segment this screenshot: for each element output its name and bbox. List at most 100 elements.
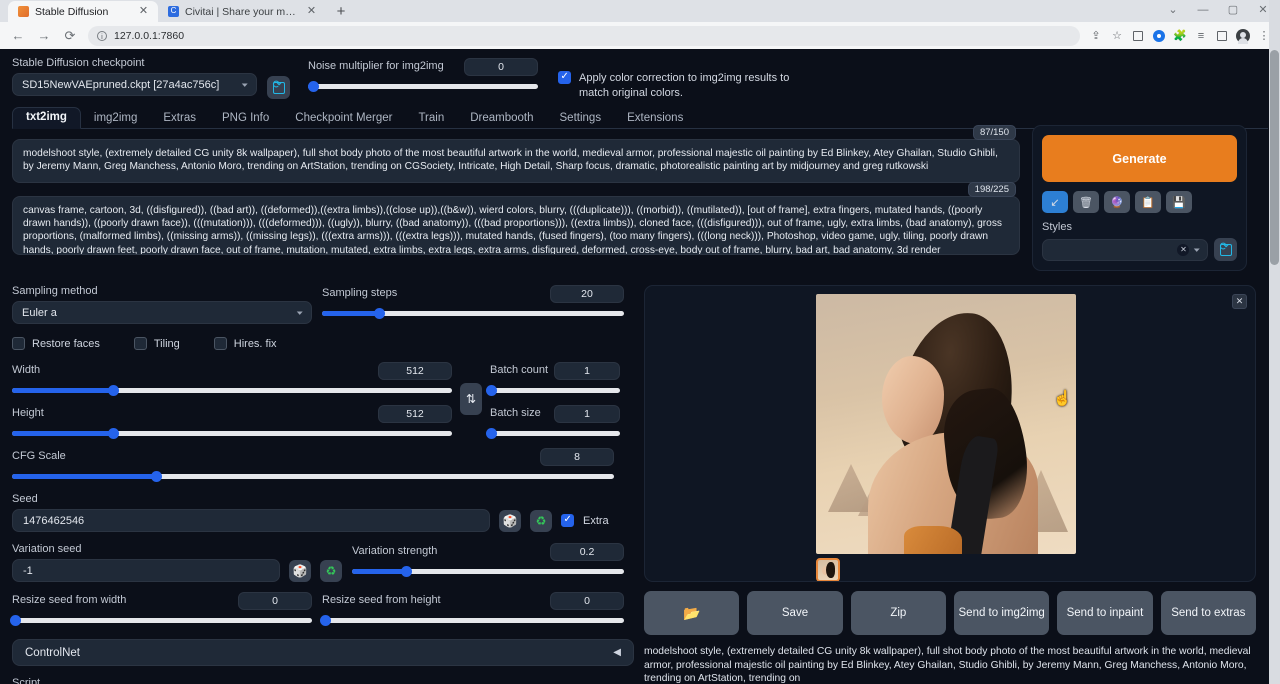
open-folder-button[interactable]: 📂 (644, 591, 739, 635)
browser-tab-stable-diffusion[interactable]: Stable Diffusion ✕ (8, 1, 158, 22)
address-bar[interactable]: i 127.0.0.1:7860 (88, 26, 1080, 46)
height-value[interactable]: 512 (378, 405, 452, 423)
hires-fix-row[interactable]: Hires. fix (214, 337, 277, 350)
variation-strength-slider[interactable] (352, 569, 624, 574)
extension-blue-icon[interactable] (1149, 26, 1169, 46)
profile-avatar-icon[interactable] (1233, 26, 1253, 46)
cfg-scale-label: CFG Scale (12, 450, 66, 462)
batch-size-slider[interactable] (490, 431, 620, 436)
chevron-down-icon[interactable]: ⌄ (1158, 0, 1188, 21)
sampling-steps-value[interactable]: 20 (550, 285, 624, 303)
negative-prompt-input[interactable]: canvas frame, cartoon, 3d, ((disfigured)… (12, 196, 1020, 255)
clipboard-icon[interactable]: 📋 (1135, 191, 1161, 213)
variation-seed-input[interactable]: -1 (12, 559, 280, 582)
minimize-icon[interactable]: — (1188, 0, 1218, 21)
send-to-inpaint-button[interactable]: Send to inpaint (1057, 591, 1152, 635)
variation-strength-value[interactable]: 0.2 (550, 543, 624, 561)
resize-seed-height-slider[interactable] (322, 618, 624, 623)
refresh-styles-button[interactable] (1214, 238, 1237, 261)
width-slider[interactable] (12, 388, 452, 393)
gallery-thumbnail[interactable] (816, 558, 840, 582)
controlnet-accordion[interactable]: ControlNet ◀ (12, 639, 634, 666)
magnet-icon[interactable]: 🔮 (1104, 191, 1130, 213)
generated-image[interactable]: ☝ (816, 294, 1076, 554)
color-correction-checkbox[interactable] (558, 71, 571, 84)
share-icon[interactable]: ⇪ (1086, 26, 1106, 46)
tab-extensions[interactable]: Extensions (614, 109, 696, 129)
tab-settings[interactable]: Settings (547, 109, 615, 129)
send-to-img2img-button[interactable]: Send to img2img (954, 591, 1049, 635)
batch-count-value[interactable]: 1 (554, 362, 620, 380)
hires-fix-checkbox[interactable] (214, 337, 227, 350)
tab-checkpoint-merger[interactable]: Checkpoint Merger (282, 109, 405, 129)
clear-styles-icon[interactable]: ✕ (1177, 244, 1189, 256)
tab-dreambooth[interactable]: Dreambooth (457, 109, 546, 129)
width-value[interactable]: 512 (378, 362, 452, 380)
resize-seed-width-slider[interactable] (12, 618, 312, 623)
cfg-scale-slider[interactable] (12, 474, 614, 479)
save-button[interactable]: Save (747, 591, 842, 635)
tab-img2img[interactable]: img2img (81, 109, 150, 129)
reading-list-icon[interactable]: ≡ (1191, 26, 1211, 46)
forward-icon[interactable]: → (32, 25, 56, 47)
trash-icon[interactable]: 🗑 (1073, 191, 1099, 213)
maximize-icon[interactable]: ▢ (1218, 0, 1248, 21)
paste-arrow-icon[interactable]: ↙ (1042, 191, 1068, 213)
extra-seed-checkbox[interactable] (561, 514, 574, 527)
cfg-scale-value[interactable]: 8 (540, 448, 614, 466)
sampling-method-select[interactable]: Euler a ▾ (12, 301, 312, 324)
zip-button[interactable]: Zip (851, 591, 946, 635)
close-gallery-icon[interactable]: ✕ (1232, 294, 1247, 309)
restore-faces-row[interactable]: Restore faces (12, 337, 100, 350)
tab-png-info[interactable]: PNG Info (209, 109, 282, 129)
browser-tab-civitai[interactable]: Civitai | Share your models ✕ (158, 1, 326, 22)
close-icon[interactable]: ✕ (305, 5, 318, 18)
sd-favicon-icon (18, 6, 29, 17)
reuse-seed-recycle-icon[interactable]: ♻ (530, 510, 552, 532)
refresh-checkpoints-button[interactable] (267, 76, 290, 99)
puzzle-icon[interactable]: 🧩 (1170, 26, 1190, 46)
noise-multiplier-label: Noise multiplier for img2img (308, 60, 444, 72)
swap-dimensions-button[interactable]: ⇅ (460, 383, 482, 415)
noise-multiplier-value[interactable]: 0 (464, 58, 538, 76)
styles-select[interactable]: ✕ ▾ (1042, 239, 1208, 261)
batch-count-slider[interactable] (490, 388, 620, 393)
checkpoint-select[interactable]: SD15NewVAEpruned.ckpt [27a4ac756c] ▾ (12, 73, 257, 96)
variation-recycle-icon[interactable]: ♻ (320, 560, 342, 582)
batch-size-label: Batch size (490, 407, 541, 419)
tiling-row[interactable]: Tiling (134, 337, 180, 350)
resize-seed-width-value[interactable]: 0 (238, 592, 312, 610)
tiling-checkbox[interactable] (134, 337, 147, 350)
new-tab-button[interactable]: + (330, 2, 352, 22)
sampling-steps-slider[interactable] (322, 311, 624, 316)
generate-button[interactable]: Generate (1042, 135, 1237, 182)
positive-prompt-input[interactable]: modelshoot style, (extremely detailed CG… (12, 139, 1020, 183)
media-icon[interactable] (1128, 26, 1148, 46)
seed-input[interactable]: 1476462546 (12, 509, 490, 532)
styles-row: ✕ ▾ (1042, 238, 1237, 261)
bookmark-star-icon[interactable]: ☆ (1107, 26, 1127, 46)
tab-extras[interactable]: Extras (150, 109, 209, 129)
stable-diffusion-app: Stable Diffusion checkpoint SD15NewVAEpr… (0, 49, 1280, 684)
noise-multiplier-slider[interactable] (308, 84, 538, 89)
variation-dice-icon[interactable]: 🎲 (289, 560, 311, 582)
tab-txt2img[interactable]: txt2img (12, 107, 81, 129)
tab-train[interactable]: Train (405, 109, 457, 129)
scrollbar-thumb[interactable] (1270, 50, 1279, 265)
refresh-icon (273, 82, 285, 94)
page-scrollbar[interactable] (1269, 0, 1280, 684)
restore-faces-checkbox[interactable] (12, 337, 25, 350)
side-panel-icon[interactable] (1212, 26, 1232, 46)
close-icon[interactable]: ✕ (137, 5, 150, 18)
collapse-arrow-icon[interactable]: ◀ (613, 647, 621, 658)
height-slider[interactable] (12, 431, 452, 436)
send-to-extras-button[interactable]: Send to extras (1161, 591, 1256, 635)
save-style-icon[interactable]: 💾 (1166, 191, 1192, 213)
batch-size-value[interactable]: 1 (554, 405, 620, 423)
site-info-icon[interactable]: i (97, 31, 107, 41)
random-seed-dice-icon[interactable]: 🎲 (499, 510, 521, 532)
back-icon[interactable]: ← (6, 25, 30, 47)
reload-icon[interactable]: ⟳ (58, 25, 82, 47)
resize-seed-height-value[interactable]: 0 (550, 592, 624, 610)
checkpoint-label: Stable Diffusion checkpoint (12, 57, 257, 69)
